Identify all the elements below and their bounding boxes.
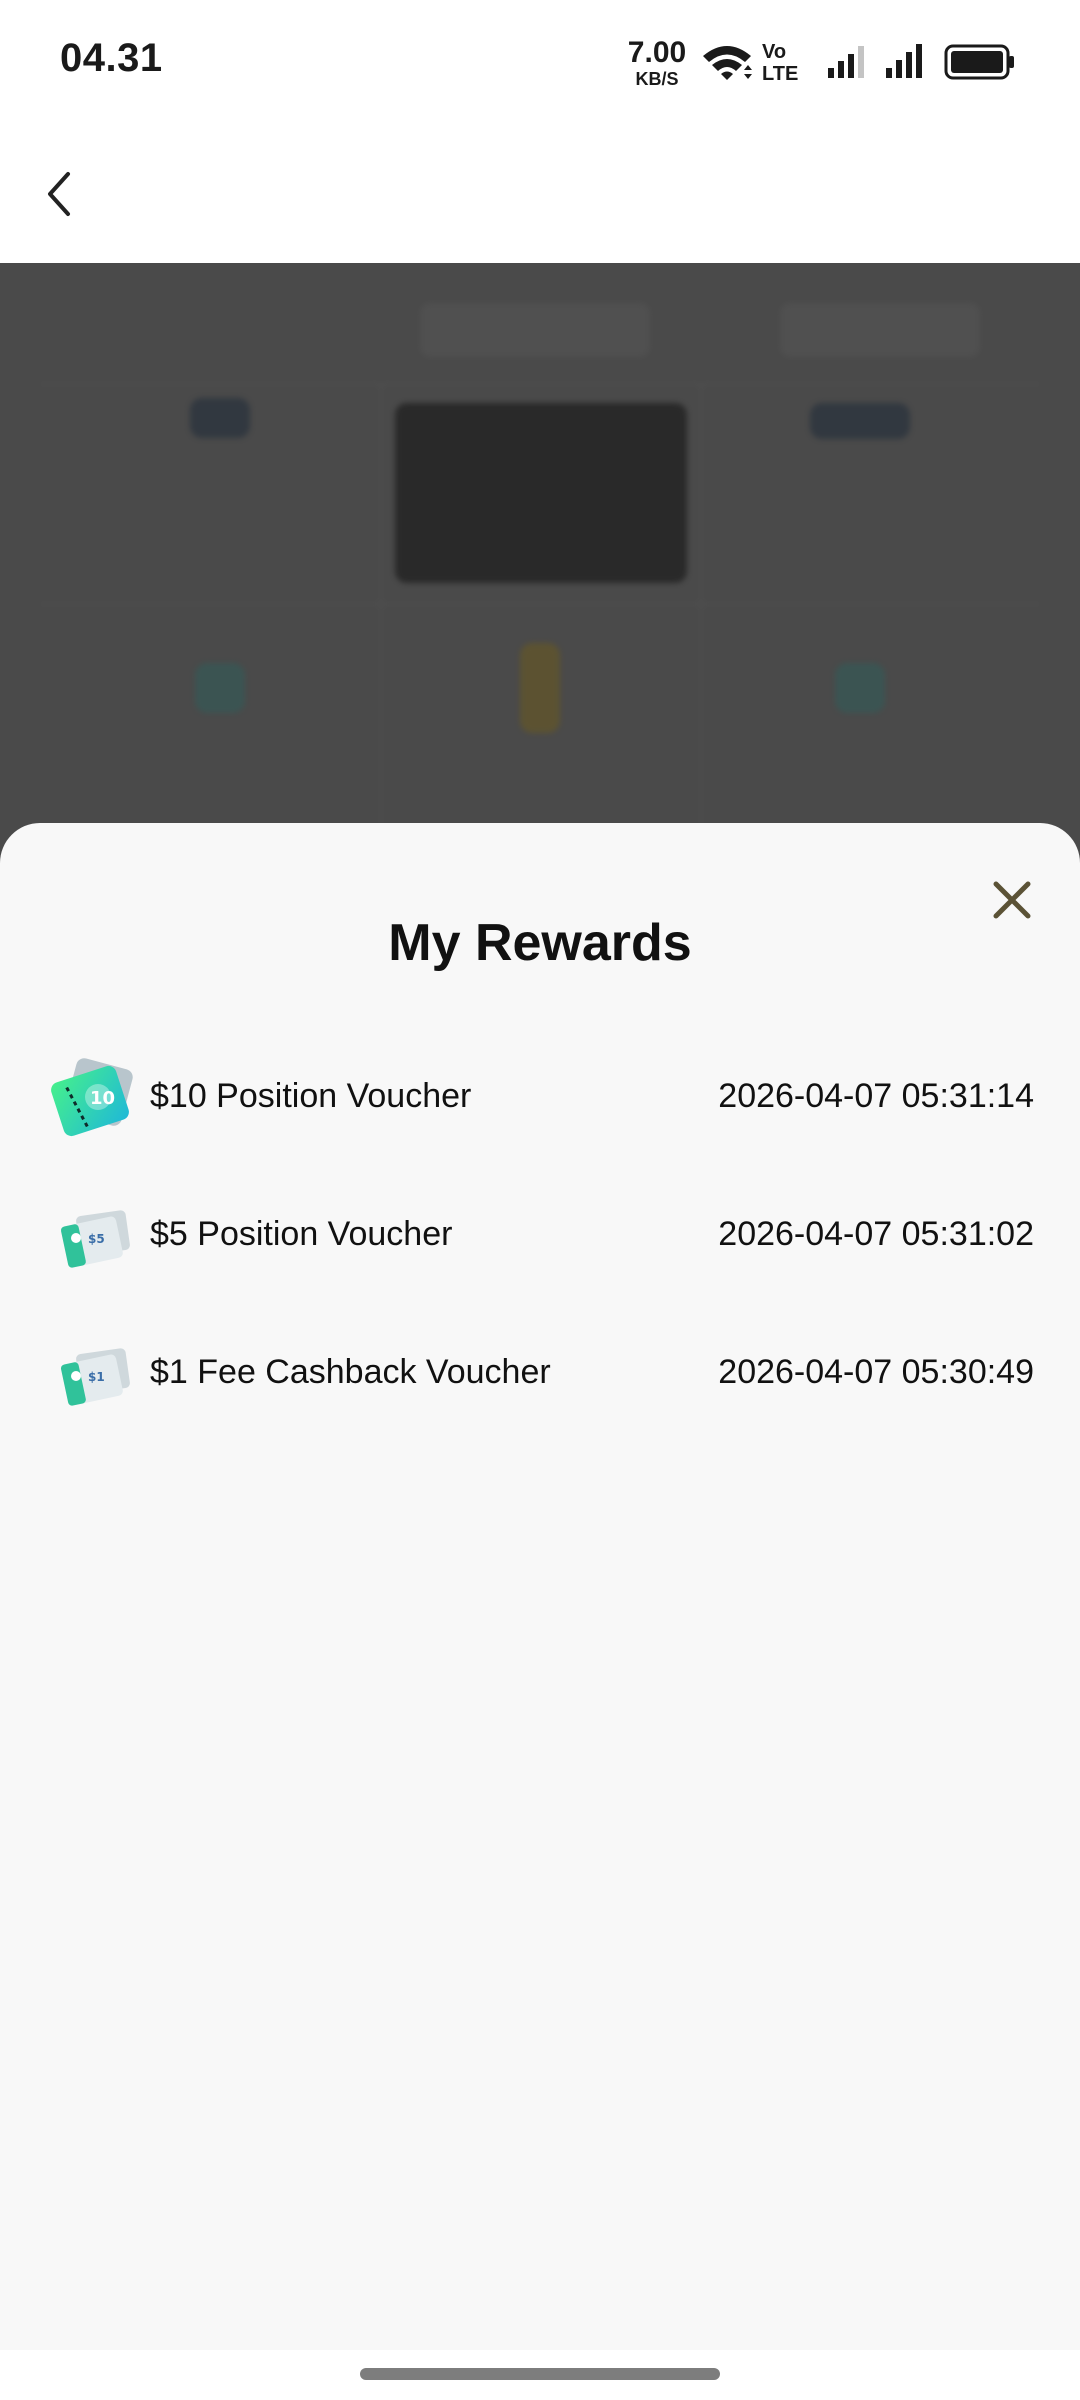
obscured-tile xyxy=(440,643,640,773)
reward-timestamp: 2026-04-07 05:31:02 xyxy=(718,1215,1034,1253)
svg-text:$5: $5 xyxy=(88,1232,105,1246)
status-bar: 04.31 7.00 KB/S Vo LTE xyxy=(0,0,1080,120)
obscured-tile xyxy=(120,663,320,753)
wifi-icon xyxy=(700,42,754,87)
obscured-tab xyxy=(780,303,980,357)
signal-icon xyxy=(826,44,870,85)
obscured-icon xyxy=(190,398,250,438)
reward-timestamp: 2026-04-07 05:31:14 xyxy=(718,1077,1034,1115)
sheet-title: My Rewards xyxy=(388,914,692,972)
svg-text:$1: $1 xyxy=(88,1370,105,1384)
obscured-icon xyxy=(835,663,885,713)
obscured-tile xyxy=(120,398,320,478)
divider xyxy=(380,383,382,863)
obscured-icon xyxy=(810,403,910,439)
obscured-icon xyxy=(520,643,560,733)
network-speed: 7.00 KB/S xyxy=(624,36,690,89)
rewards-list: 10 $10 Position Voucher 2026-04-07 05:31… xyxy=(0,1033,1080,1447)
chevron-left-icon xyxy=(48,172,70,216)
rewards-screen: 04.31 7.00 KB/S Vo LTE My Rewards 10 $10… xyxy=(0,0,1080,2400)
reward-name: $5 Position Voucher xyxy=(150,1215,453,1253)
reward-timestamp: 2026-04-07 05:30:49 xyxy=(718,1353,1034,1391)
reward-name: $1 Fee Cashback Voucher xyxy=(150,1353,551,1391)
network-speed-value: 7.00 xyxy=(627,36,687,69)
gesture-nav-bar xyxy=(0,2350,1080,2400)
obscured-card xyxy=(395,403,687,583)
battery-icon xyxy=(944,44,1016,85)
rewards-sheet: My Rewards 10 $10 Position Voucher 2026-… xyxy=(0,823,1080,2350)
reward-row: 10 $10 Position Voucher 2026-04-07 05:31… xyxy=(0,1033,1080,1171)
voucher-10-icon: 10 xyxy=(50,1057,134,1141)
obscured-tab xyxy=(420,303,650,357)
obscured-content xyxy=(0,263,1080,863)
divider xyxy=(40,383,1040,385)
status-time: 04.31 xyxy=(60,36,163,80)
back-button[interactable] xyxy=(30,164,90,224)
divider xyxy=(40,603,1040,605)
divider xyxy=(700,383,702,863)
dimmed-background xyxy=(0,263,1080,863)
home-indicator[interactable] xyxy=(360,2368,720,2380)
reward-row: $1 $1 Fee Cashback Voucher 2026-04-07 05… xyxy=(0,1309,1080,1447)
volte-bottom-label: LTE xyxy=(762,63,799,85)
obscured-tile xyxy=(760,663,960,753)
signal-icon xyxy=(884,42,928,85)
app-header xyxy=(0,120,1080,263)
obscured-icon xyxy=(195,663,245,713)
reward-row: $5 $5 Position Voucher 2026-04-07 05:31:… xyxy=(0,1171,1080,1309)
obscured-tile xyxy=(760,403,960,479)
svg-text:10: 10 xyxy=(90,1088,115,1109)
network-speed-unit: KB/S xyxy=(635,69,679,89)
voucher-5-icon: $5 xyxy=(50,1195,134,1279)
volte-top-label: Vo xyxy=(762,41,787,63)
volte-indicator: Vo LTE xyxy=(762,42,798,84)
reward-name: $10 Position Voucher xyxy=(150,1077,472,1115)
voucher-cashback-icon: $1 xyxy=(50,1333,134,1417)
